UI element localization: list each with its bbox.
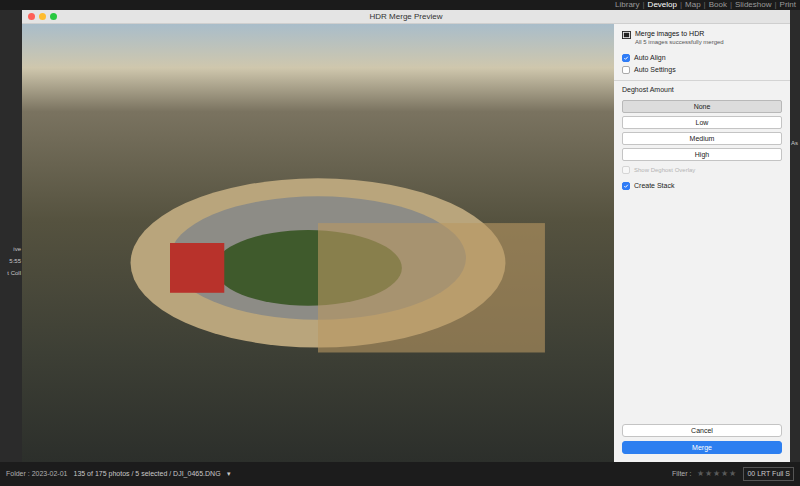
checkbox[interactable] <box>622 66 630 74</box>
deghost-button[interactable]: Low <box>622 116 782 129</box>
panel-subheading: All 5 images successfully merged <box>635 39 724 46</box>
module-picker: Library|Develop|Map|Book|Slideshow|Print <box>0 0 800 10</box>
window-title: HDR Merge Preview <box>370 13 443 21</box>
module-tab[interactable]: Map <box>685 1 701 9</box>
option-label: Auto Align <box>634 54 666 61</box>
overlay-label: Show Deghost Overlay <box>634 167 695 173</box>
close-button[interactable] <box>28 13 35 20</box>
module-separator: | <box>680 1 682 9</box>
deghost-choices: None Low Medium High <box>622 100 782 161</box>
checkbox[interactable] <box>622 54 630 62</box>
overlay-row: Show Deghost Overlay <box>622 166 782 174</box>
filmstrip-bar: Folder : 2023-02-01 135 of 175 photos / 5… <box>0 462 800 486</box>
panel-heading: Merge images to HDR <box>635 30 724 38</box>
panel-label: As <box>791 140 800 146</box>
left-panel: ive 5:55 t Coll <box>0 10 22 462</box>
source-dropdown[interactable]: ▾ <box>227 469 231 480</box>
panel-header: Merge images to HDRAll 5 images successf… <box>622 30 782 46</box>
lightroom-app: Library|Develop|Map|Book|Slideshow|Print… <box>0 0 800 486</box>
create-stack-row[interactable]: Create Stack <box>622 182 782 190</box>
dialog-buttons: Cancel Merge <box>622 424 782 456</box>
deghost-label: Deghost Amount <box>622 86 782 93</box>
panel-label: t Coll <box>7 270 21 276</box>
options-list: Auto Align Auto Settings <box>622 54 782 74</box>
option-label: Auto Settings <box>634 66 676 73</box>
module-tab[interactable]: Book <box>709 1 727 9</box>
module-separator: | <box>704 1 706 9</box>
panel-label: ive <box>13 246 21 252</box>
module-separator: | <box>643 1 645 9</box>
module-tab[interactable]: Develop <box>648 1 677 9</box>
folder-label: Folder : 2023-02-01 <box>6 469 67 480</box>
merge-options-panel: Merge images to HDRAll 5 images successf… <box>614 24 790 462</box>
title-bar: HDR Merge Preview <box>22 10 790 24</box>
selection-count: 135 of 175 photos / 5 selected / DJI_046… <box>73 469 220 480</box>
checkbox <box>622 166 630 174</box>
photo-preview <box>22 24 614 462</box>
spacer <box>622 190 782 424</box>
window-controls <box>28 13 370 20</box>
create-stack-label: Create Stack <box>634 182 674 189</box>
filter-preset[interactable]: 00 LRT Full S <box>743 467 794 482</box>
option-row[interactable]: Auto Settings <box>622 66 782 74</box>
minimize-button[interactable] <box>39 13 46 20</box>
option-row[interactable]: Auto Align <box>622 54 782 62</box>
hdr-dialog: HDR Merge Preview Merge images to HDRAll… <box>22 10 790 462</box>
deghost-button[interactable]: High <box>622 148 782 161</box>
right-panel: As <box>790 10 800 462</box>
cancel-button[interactable]: Cancel <box>622 424 782 437</box>
filter-label: Filter : <box>672 469 691 480</box>
stadium-photo <box>22 24 614 462</box>
deghost-button[interactable]: Medium <box>622 132 782 145</box>
check-icon <box>623 55 629 61</box>
module-tab[interactable]: Print <box>780 1 796 9</box>
module-separator: | <box>774 1 776 9</box>
panel-header-text: Merge images to HDRAll 5 images successf… <box>635 30 724 46</box>
module-tab[interactable]: Library <box>615 1 639 9</box>
deghost-button[interactable]: None <box>622 100 782 113</box>
checkbox[interactable] <box>622 182 630 190</box>
merge-button[interactable]: Merge <box>622 441 782 454</box>
rating-filter[interactable]: ★★★★★ <box>697 468 737 480</box>
divider <box>614 80 790 81</box>
zoom-button[interactable] <box>50 13 57 20</box>
check-icon <box>623 183 629 189</box>
hdr-icon <box>622 31 631 39</box>
module-separator: | <box>730 1 732 9</box>
panel-label: 5:55 <box>9 258 21 264</box>
module-tab[interactable]: Slideshow <box>735 1 771 9</box>
